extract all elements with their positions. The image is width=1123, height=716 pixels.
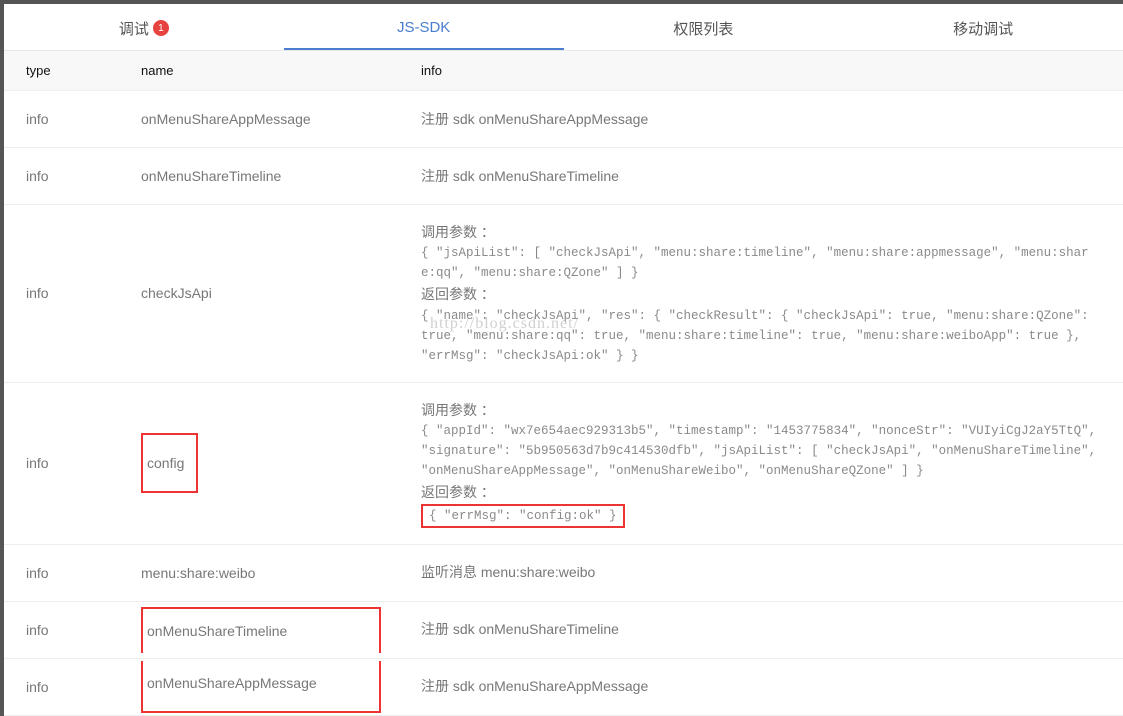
cell-name: onMenuShareAppMessage xyxy=(119,658,399,715)
table-row: infoonMenuShareTimeline注册 sdk onMenuShar… xyxy=(4,148,1123,205)
cell-name: config xyxy=(119,382,399,544)
tab-label: 权限列表 xyxy=(673,18,733,39)
table-header-row: type name info xyxy=(4,51,1123,91)
cell-name: onMenuShareAppMessage xyxy=(119,91,399,148)
table-row: infoonMenuShareAppMessage注册 sdk onMenuSh… xyxy=(4,658,1123,715)
header-name: name xyxy=(119,51,399,91)
log-table: type name info infoonMenuShareAppMessage… xyxy=(4,51,1123,716)
cell-info: 注册 sdk onMenuShareAppMessage xyxy=(399,658,1123,715)
cell-name: checkJsApi xyxy=(119,205,399,383)
tab-label: JS-SDK xyxy=(397,19,450,36)
badge-icon: 1 xyxy=(153,20,169,36)
table-row: infoonMenuShareAppMessage注册 sdk onMenuSh… xyxy=(4,91,1123,148)
table-row: infomenu:share:weibo监听消息 menu:share:weib… xyxy=(4,544,1123,601)
cell-name: onMenuShareTimeline xyxy=(119,148,399,205)
cell-info: 注册 sdk onMenuShareTimeline xyxy=(399,601,1123,658)
tab-js-sdk[interactable]: JS-SDK xyxy=(284,6,564,50)
header-info: info xyxy=(399,51,1123,91)
tab-mobile-debug[interactable]: 移动调试 xyxy=(843,6,1123,50)
tab-label: 移动调试 xyxy=(953,18,1013,39)
cell-type: info xyxy=(4,601,119,658)
table-row: infocheckJsApi调用参数 ：{ "jsApiList": [ "ch… xyxy=(4,205,1123,383)
table-row: infoconfig调用参数 ：{ "appId": "wx7e654aec92… xyxy=(4,382,1123,544)
cell-info: 注册 sdk onMenuShareAppMessage xyxy=(399,91,1123,148)
cell-type: info xyxy=(4,382,119,544)
cell-type: info xyxy=(4,205,119,383)
app-frame: 调试 1 JS-SDK 权限列表 移动调试 type name info inf… xyxy=(0,0,1123,716)
tab-debug[interactable]: 调试 1 xyxy=(4,6,284,50)
tab-permissions[interactable]: 权限列表 xyxy=(564,6,844,50)
cell-type: info xyxy=(4,91,119,148)
cell-type: info xyxy=(4,658,119,715)
cell-info: 监听消息 menu:share:weibo xyxy=(399,544,1123,601)
cell-info: 注册 sdk onMenuShareTimeline xyxy=(399,148,1123,205)
cell-name: menu:share:weibo xyxy=(119,544,399,601)
cell-name: onMenuShareTimeline xyxy=(119,601,399,658)
tab-label: 调试 xyxy=(119,18,149,39)
header-type: type xyxy=(4,51,119,91)
cell-type: info xyxy=(4,544,119,601)
tab-bar: 调试 1 JS-SDK 权限列表 移动调试 xyxy=(4,6,1123,51)
cell-info: 调用参数 ：{ "appId": "wx7e654aec929313b5", "… xyxy=(399,382,1123,544)
cell-type: info xyxy=(4,148,119,205)
cell-info: 调用参数 ：{ "jsApiList": [ "checkJsApi", "me… xyxy=(399,205,1123,383)
table-row: infoonMenuShareTimeline注册 sdk onMenuShar… xyxy=(4,601,1123,658)
